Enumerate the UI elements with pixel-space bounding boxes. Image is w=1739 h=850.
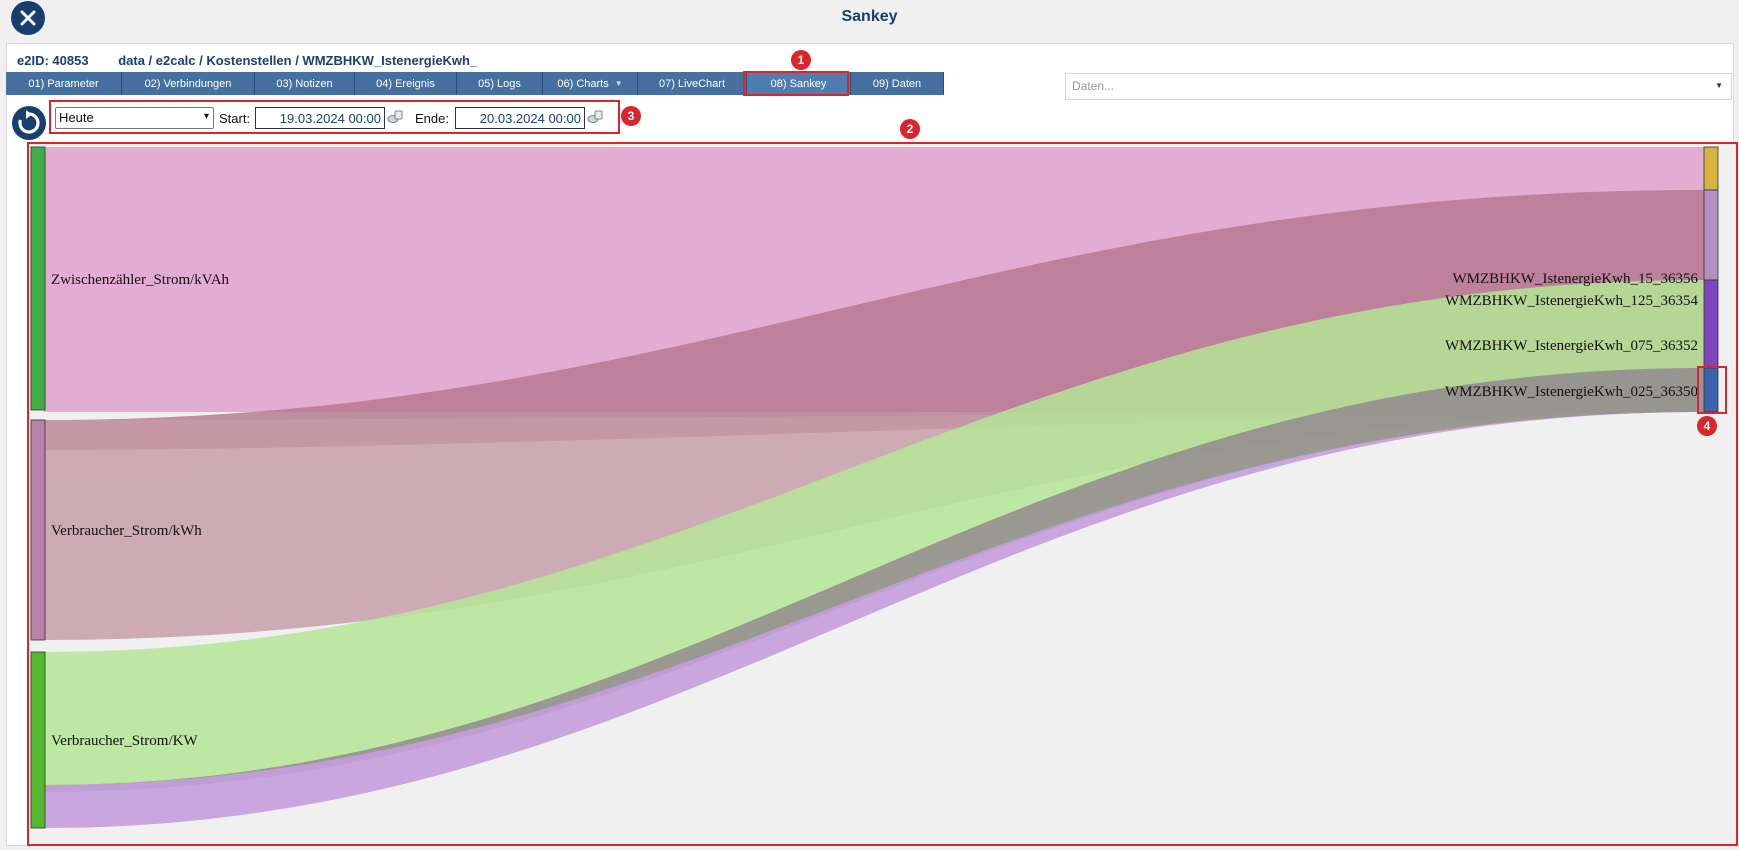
annotation-box-3: [49, 100, 620, 134]
annotation-badge: 1: [791, 50, 811, 70]
annotation-box-4: [1697, 366, 1727, 414]
annotation-badge: 2: [900, 119, 920, 139]
annotation-badge: 3: [621, 106, 641, 126]
annotation-badge: 4: [1697, 416, 1717, 436]
annotation-box-1: [743, 71, 849, 96]
annotation-box-2: [27, 142, 1738, 846]
